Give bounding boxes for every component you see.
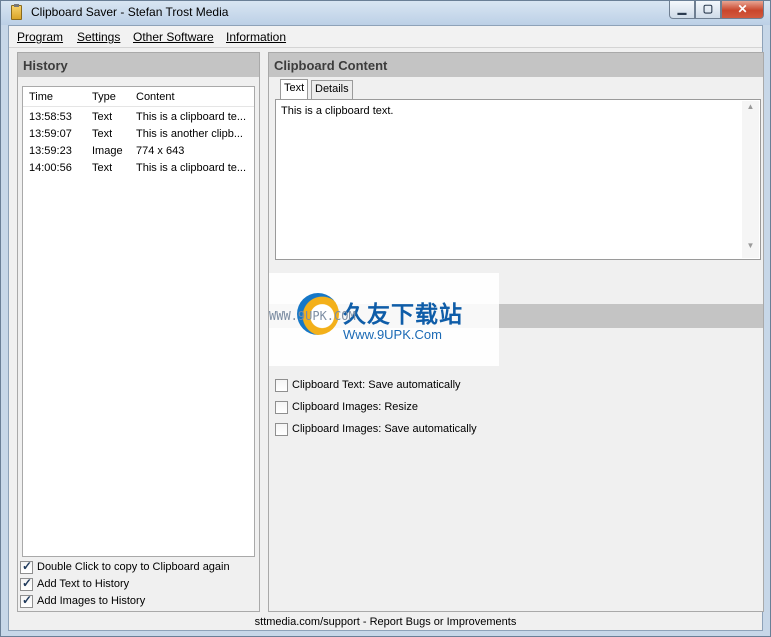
watermark: 久友下载站 Www.9UPK.Com WWW.9UPK.COM xyxy=(269,273,499,366)
maximize-icon: ▢ xyxy=(702,3,714,15)
row-type: Image xyxy=(92,145,123,157)
history-list-header: Time Type Content xyxy=(23,87,254,107)
menu-settings[interactable]: Settings xyxy=(77,30,120,44)
close-icon: ✕ xyxy=(737,2,748,16)
row-type: Text xyxy=(92,111,113,123)
scroll-down-icon[interactable]: ▼ xyxy=(742,241,759,257)
history-row[interactable]: 13:59:23 Image 774 x 643 xyxy=(23,143,254,160)
menu-program[interactable]: Program xyxy=(17,30,63,44)
row-time: 13:59:07 xyxy=(29,128,72,140)
menu-information[interactable]: Information xyxy=(226,30,286,44)
row-time: 14:00:56 xyxy=(29,162,72,174)
scroll-up-icon[interactable]: ▲ xyxy=(742,102,759,118)
row-time: 13:58:53 xyxy=(29,111,72,123)
watermark-side-text: WWW.9UPK.COM xyxy=(269,309,356,323)
history-panel: History Time Type Content 13:58:53 Text … xyxy=(17,52,260,612)
row-content: 774 x 643 xyxy=(136,145,185,157)
checkbox[interactable] xyxy=(275,379,288,392)
row-time: 13:59:23 xyxy=(29,145,72,157)
checkbox-label: Add Images to History xyxy=(37,595,146,607)
checkbox[interactable] xyxy=(20,576,33,591)
column-time[interactable]: Time xyxy=(29,91,53,103)
column-type[interactable]: Type xyxy=(92,91,116,103)
history-row[interactable]: 13:58:53 Text This is a clipboard te... xyxy=(23,109,254,126)
tab-details[interactable]: Details xyxy=(311,80,353,99)
row-content: This is a clipboard te... xyxy=(136,162,247,174)
history-row[interactable]: 14:00:56 Text This is a clipboard te... xyxy=(23,160,254,177)
checkbox-label: Double Click to copy to Clipboard again xyxy=(37,561,230,573)
vertical-scrollbar[interactable]: ▲ ▼ xyxy=(742,101,759,258)
window-title: Clipboard Saver - Stefan Trost Media xyxy=(31,5,229,19)
clipboard-header: Clipboard Content xyxy=(269,53,763,77)
maximize-button[interactable]: ▢ xyxy=(695,1,721,19)
clipboard-app-icon xyxy=(11,4,22,20)
minimize-icon: ▁ xyxy=(677,3,687,15)
window-controls: ▁ ▢ ✕ xyxy=(669,1,764,19)
history-list[interactable]: Time Type Content 13:58:53 Text This is … xyxy=(22,86,255,557)
checkbox-label: Clipboard Images: Resize xyxy=(292,401,418,413)
row-content: This is another clipb... xyxy=(136,128,243,140)
history-header: History xyxy=(18,53,259,77)
checkbox[interactable] xyxy=(20,559,33,574)
close-button[interactable]: ✕ xyxy=(721,1,764,19)
row-type: Text xyxy=(92,162,113,174)
minimize-button[interactable]: ▁ xyxy=(669,1,695,19)
history-row[interactable]: 13:59:07 Text This is another clipb... xyxy=(23,126,254,143)
status-bar: sttmedia.com/support - Report Bugs or Im… xyxy=(254,616,517,628)
row-content: This is a clipboard te... xyxy=(136,111,247,123)
menu-other-software[interactable]: Other Software xyxy=(133,30,214,44)
checkbox-label: Clipboard Images: Save automatically xyxy=(292,423,477,435)
tab-text[interactable]: Text xyxy=(280,79,309,99)
column-content[interactable]: Content xyxy=(136,91,175,103)
title-bar[interactable]: Clipboard Saver - Stefan Trost Media ▁ ▢… xyxy=(1,1,770,25)
menu-bar: Program Settings Other Software Informat… xyxy=(9,26,762,48)
checkbox[interactable] xyxy=(275,423,288,436)
text-tab-content: This is a clipboard text. ▲ ▼ xyxy=(275,99,761,260)
watermark-title: 久友下载站 xyxy=(343,301,463,327)
row-type: Text xyxy=(92,128,113,140)
checkbox-label: Clipboard Text: Save automatically xyxy=(292,379,461,391)
watermark-url: Www.9UPK.Com xyxy=(343,327,442,342)
checkbox[interactable] xyxy=(275,401,288,414)
checkbox[interactable] xyxy=(20,593,33,608)
app-window: Clipboard Saver - Stefan Trost Media ▁ ▢… xyxy=(0,0,771,637)
checkbox-label: Add Text to History xyxy=(37,578,130,590)
clipboard-text-area[interactable]: This is a clipboard text. xyxy=(279,103,740,255)
